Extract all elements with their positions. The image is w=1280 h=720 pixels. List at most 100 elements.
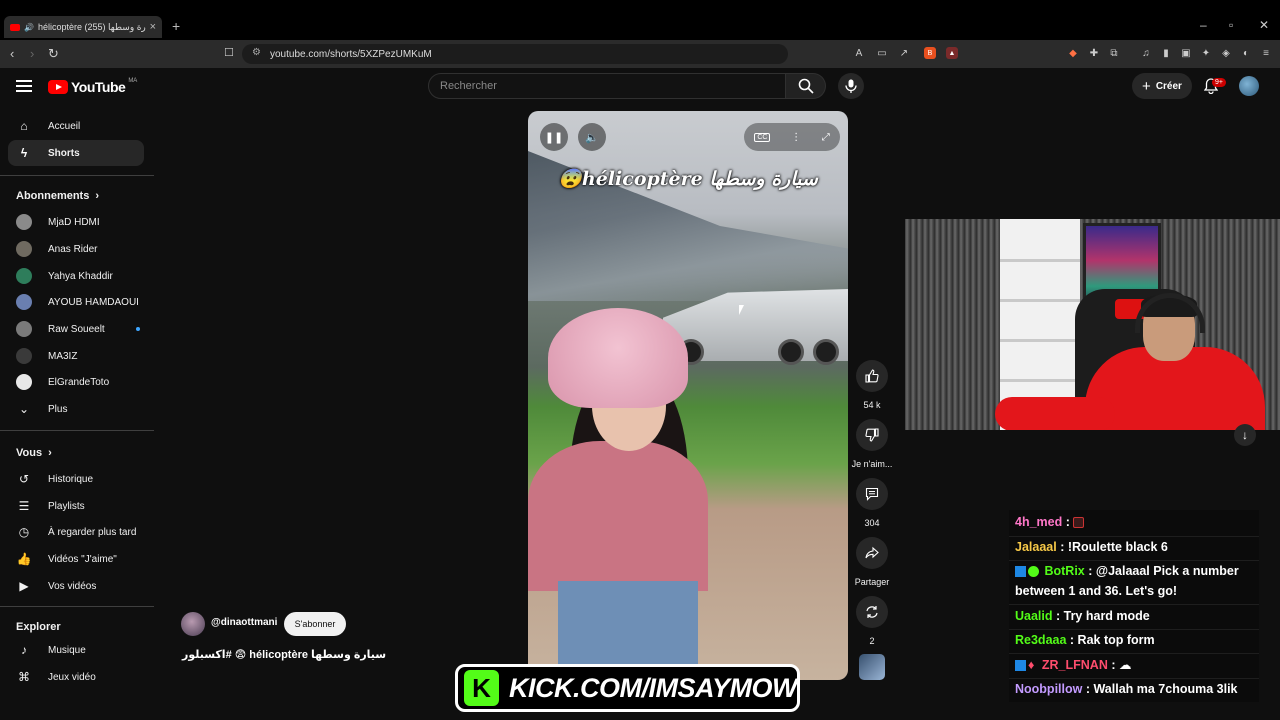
sidebar-item-music[interactable]: ♪ Musique — [8, 637, 144, 663]
sidebar-subscription[interactable]: Yahya Khaddir — [8, 263, 144, 289]
subscription-label: AYOUB HAMDAOUI — [48, 296, 139, 308]
translate-icon[interactable]: A — [853, 47, 865, 59]
sidebar-divider — [0, 606, 154, 607]
profile-icon[interactable]: ◐ — [1240, 47, 1252, 59]
sidebar-icon[interactable]: ▮ — [1160, 47, 1172, 59]
share-icon[interactable]: ↗ — [898, 47, 910, 59]
account-avatar[interactable] — [1239, 76, 1259, 96]
voice-search-button[interactable] — [838, 73, 864, 99]
dislike-button[interactable]: Je n'aim... — [852, 419, 892, 469]
sidebar-subscription[interactable]: Anas Rider — [8, 236, 144, 262]
create-button[interactable]: + Créer — [1132, 73, 1192, 99]
rewards-icon[interactable]: ▲ — [946, 47, 958, 59]
sidebar-subscription[interactable]: Raw Soueelt — [8, 316, 144, 342]
like-button-circle — [856, 360, 888, 392]
wallet-icon[interactable]: ▣ — [1180, 47, 1192, 59]
bookmark-icon[interactable]: ☐ — [224, 46, 234, 59]
address-bar[interactable]: ⚙ youtube.com/shorts/5XZPezUMKuM — [242, 44, 788, 64]
notifications-badge: 9+ — [1212, 78, 1226, 87]
sidebar-item-label: Musique — [48, 644, 86, 656]
window-close-icon[interactable]: ✕ — [1259, 18, 1269, 32]
sidebar-subscription[interactable]: AYOUB HAMDAOUI — [8, 289, 144, 315]
video-title[interactable]: سيارة وسطها hélicoptère 😨 #اكسبلور — [182, 648, 386, 661]
youtube-play-icon — [48, 80, 68, 94]
search-button[interactable] — [786, 73, 826, 99]
guide-menu-icon[interactable] — [16, 80, 32, 92]
fullscreen-icon[interactable]: ⤢ — [822, 132, 830, 143]
shorts-video-player[interactable]: سيارة وسطها hélicoptère😨 ❚❚ 🔈 CC ⋮ ⤢ — [528, 111, 848, 680]
sidebar-item-label: Historique — [48, 473, 94, 485]
you-heading[interactable]: Vous › — [16, 447, 52, 459]
stream-chat: 4h_med : Jalaaal : !Roulette black 6 Bot… — [1009, 510, 1259, 702]
subscribe-button[interactable]: S'abonner — [284, 612, 346, 636]
media-icon[interactable]: ♫ — [1140, 47, 1152, 59]
share-button[interactable]: Partager — [855, 537, 889, 587]
mouse-cursor — [739, 305, 747, 315]
sidebar-item-watch-later[interactable]: ◷ À regarder plus tard — [8, 519, 144, 545]
share-arrow-icon — [865, 546, 879, 559]
pause-button[interactable]: ❚❚ — [540, 123, 568, 151]
thumbs-up-icon — [865, 369, 879, 383]
tab-close-icon[interactable]: × — [150, 21, 156, 33]
minimize-icon[interactable]: – — [1200, 18, 1207, 32]
channel-avatar[interactable] — [181, 612, 205, 636]
sidebar-item-your-videos[interactable]: ▶ Vos vidéos — [8, 573, 144, 599]
pause-icon: ❚❚ — [544, 131, 564, 144]
subscription-label: Anas Rider — [48, 243, 98, 255]
captions-icon[interactable]: CC — [754, 132, 771, 142]
sidebar-item-label: Vidéos "J'aime" — [48, 553, 117, 565]
channel-name[interactable]: @dinaottmani — [211, 617, 277, 628]
browser-tab-bar: 🔊 hélicoptère سيارة وسطها (255) × + – ▫ … — [0, 0, 1280, 40]
bot-badge-icon — [1015, 566, 1026, 578]
extensions-icon[interactable]: ✚ — [1088, 47, 1100, 59]
cast-icon[interactable]: ▭ — [876, 47, 888, 59]
kick-logo-icon: K — [464, 670, 500, 706]
brave-shield-icon[interactable]: B — [924, 47, 936, 59]
more-options-icon[interactable]: ⋮ — [791, 132, 801, 143]
sidebar-item-shorts[interactable]: ϟ Shorts — [8, 140, 144, 166]
comments-button[interactable]: 304 — [856, 478, 888, 528]
search-input[interactable]: Rechercher — [428, 73, 786, 99]
gaming-icon: ⌘ — [18, 670, 30, 684]
subscriptions-heading[interactable]: Abonnements › — [16, 190, 99, 202]
sidebar-subscription[interactable]: ElGrandeToto — [8, 369, 144, 395]
shorts-icon: ϟ — [20, 146, 28, 160]
sidebar-item-liked-videos[interactable]: 👍 Vidéos "J'aime" — [8, 546, 144, 572]
dislike-label: Je n'aim... — [851, 459, 893, 469]
forward-icon[interactable]: › — [30, 46, 34, 61]
sidebar-item-home[interactable]: ⌂ Accueil — [8, 113, 144, 139]
arrow-down-icon: ↓ — [1242, 428, 1248, 442]
site-info-icon[interactable]: ⚙ — [252, 47, 261, 58]
sound-thumbnail[interactable] — [859, 654, 885, 680]
chat-text: Try hard mode — [1063, 609, 1150, 623]
sidebar-subscription[interactable]: MA3IZ — [8, 343, 144, 369]
explore-heading-text: Explorer — [16, 621, 61, 633]
chat-message: 4h_med : — [1015, 512, 1255, 532]
chat-text: Rak top form — [1077, 633, 1155, 647]
home-icon: ⌂ — [20, 119, 28, 133]
sidebar-item-playlists[interactable]: ☰ Playlists — [8, 493, 144, 519]
chat-text: Wallah ma 7chouma 3lik — [1093, 682, 1238, 696]
remix-icon — [866, 606, 878, 618]
reload-icon[interactable]: ↻ — [48, 46, 59, 62]
sidebar-show-more[interactable]: ⌄ Plus — [8, 396, 144, 422]
remix-button[interactable]: 2 — [856, 596, 888, 646]
mute-button[interactable]: 🔈 — [578, 123, 606, 151]
webcam-streamer-arm — [995, 397, 1115, 430]
sidebar-subscription[interactable]: MjaD HDMI — [8, 209, 144, 235]
video-scene-person — [528, 441, 708, 591]
browser-menu-icon[interactable]: ≡ — [1260, 47, 1272, 59]
browser-tab[interactable]: 🔊 hélicoptère سيارة وسطها (255) × — [4, 16, 162, 38]
leo-icon[interactable]: ✦ — [1200, 47, 1212, 59]
sidebar-item-history[interactable]: ↺ Historique — [8, 466, 144, 492]
sidebar-item-gaming[interactable]: ⌘ Jeux vidéo — [8, 664, 144, 690]
extension-fox-icon[interactable]: ◆ — [1067, 47, 1079, 59]
back-icon[interactable]: ‹ — [10, 46, 14, 61]
screenshot-icon[interactable]: ⧉ — [1108, 47, 1120, 59]
like-button[interactable]: 54 k — [856, 360, 888, 410]
new-tab-icon[interactable]: + — [172, 18, 180, 34]
maximize-icon[interactable]: ▫ — [1229, 18, 1233, 32]
youtube-logo[interactable]: YouTube MA — [48, 78, 137, 95]
vpn-icon[interactable]: ◈ — [1220, 47, 1232, 59]
next-short-button[interactable]: ↓ — [1234, 424, 1256, 446]
